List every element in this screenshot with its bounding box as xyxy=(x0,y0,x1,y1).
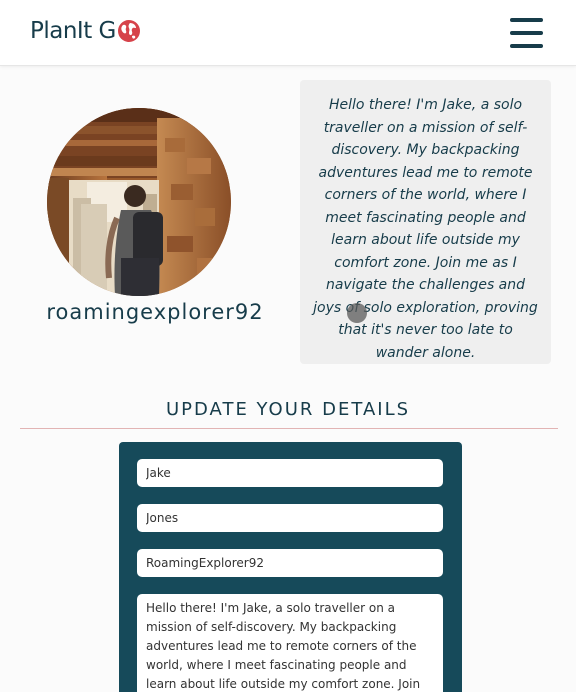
logo-text: PlanIt G xyxy=(30,18,116,44)
menu-bar xyxy=(510,18,543,22)
profile-username: roamingexplorer92 xyxy=(46,300,264,324)
menu-bar xyxy=(510,44,543,48)
first-name-field[interactable] xyxy=(137,459,443,487)
touch-cursor-indicator xyxy=(347,303,367,323)
bio-text: Hello there! I'm Jake, a solo traveller … xyxy=(313,97,538,361)
globe-icon xyxy=(117,20,140,42)
hamburger-menu-icon[interactable] xyxy=(510,18,543,48)
last-name-field[interactable] xyxy=(137,504,443,532)
menu-bar xyxy=(510,31,543,35)
top-navigation-bar: PlanIt G xyxy=(0,0,576,66)
avatar[interactable] xyxy=(47,108,231,296)
profile-photo xyxy=(47,108,231,296)
update-details-heading: UPDATE YOUR DETAILS xyxy=(165,399,411,420)
planit-go-logo[interactable]: PlanIt G xyxy=(30,18,141,44)
bio-card: Hello there! I'm Jake, a solo traveller … xyxy=(300,80,551,364)
update-details-form: Hello there! I'm Jake, a solo traveller … xyxy=(119,442,462,692)
username-field[interactable] xyxy=(137,549,443,577)
section-divider xyxy=(20,428,558,429)
bio-textarea[interactable]: Hello there! I'm Jake, a solo traveller … xyxy=(137,594,443,692)
